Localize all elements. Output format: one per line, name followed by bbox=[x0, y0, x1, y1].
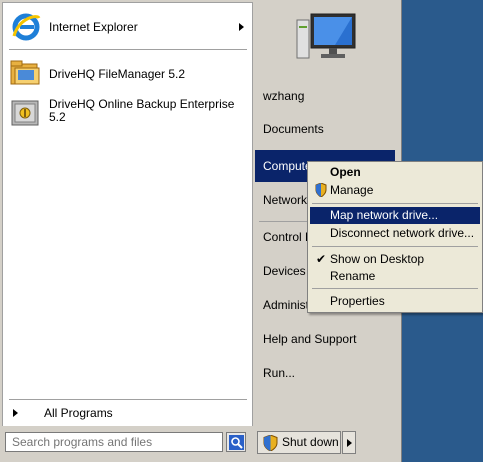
program-label: Internet Explorer bbox=[49, 20, 138, 34]
right-item-user[interactable]: wzhang bbox=[255, 83, 395, 109]
shutdown-options-button[interactable] bbox=[342, 431, 356, 454]
expand-arrow-icon bbox=[13, 409, 18, 417]
program-label: DriveHQ Online Backup Enterprise 5.2 bbox=[49, 97, 235, 124]
all-programs-button[interactable]: All Programs bbox=[7, 403, 247, 423]
menu-item-properties[interactable]: Properties bbox=[310, 293, 480, 310]
programs-pane: Internet Explorer DriveHQ FileManager 5.… bbox=[2, 2, 253, 428]
program-internet-explorer[interactable]: Internet Explorer bbox=[7, 11, 247, 43]
shutdown-button[interactable]: Shut down bbox=[257, 431, 341, 454]
program-drivehq-backup[interactable]: DriveHQ Online Backup Enterprise 5.2 bbox=[7, 96, 247, 130]
menu-item-label: Manage bbox=[330, 183, 374, 197]
folder-icon bbox=[9, 58, 41, 91]
divider bbox=[9, 399, 247, 400]
right-item-help[interactable]: Help and Support bbox=[255, 326, 395, 352]
backup-safe-icon bbox=[9, 97, 41, 132]
bottom-bar: Shut down bbox=[0, 426, 401, 462]
search-icon bbox=[229, 435, 244, 453]
shield-icon bbox=[263, 434, 278, 458]
program-drivehq-filemanager[interactable]: DriveHQ FileManager 5.2 bbox=[7, 58, 247, 90]
right-item-documents[interactable]: Documents bbox=[255, 116, 395, 142]
shield-icon bbox=[315, 182, 327, 202]
program-label: DriveHQ FileManager 5.2 bbox=[49, 67, 186, 81]
submenu-arrow-icon bbox=[239, 23, 244, 31]
menu-item-open[interactable]: Open bbox=[310, 164, 480, 181]
menu-item-map-network-drive[interactable]: Map network drive... bbox=[310, 207, 480, 224]
divider bbox=[312, 246, 478, 247]
chevron-right-icon bbox=[347, 439, 352, 447]
right-item-run[interactable]: Run... bbox=[255, 360, 395, 386]
menu-item-rename[interactable]: Rename bbox=[310, 268, 480, 285]
menu-item-disconnect-network-drive[interactable]: Disconnect network drive... bbox=[310, 225, 480, 242]
ie-icon bbox=[11, 12, 41, 45]
search-input[interactable] bbox=[5, 432, 223, 452]
search-button[interactable] bbox=[226, 432, 246, 452]
shutdown-label: Shut down bbox=[282, 435, 339, 449]
menu-item-label: Show on Desktop bbox=[330, 252, 425, 266]
divider bbox=[312, 203, 478, 204]
computer-monitor-icon bbox=[295, 10, 359, 69]
menu-item-show-on-desktop[interactable]: ✔ Show on Desktop bbox=[310, 251, 480, 268]
context-menu: Open Manage Map network drive... Disconn… bbox=[307, 161, 483, 313]
all-programs-label: All Programs bbox=[44, 406, 113, 420]
divider bbox=[9, 49, 247, 50]
menu-item-manage[interactable]: Manage bbox=[310, 182, 480, 199]
divider bbox=[312, 288, 478, 289]
checkmark-icon: ✔ bbox=[316, 252, 327, 266]
